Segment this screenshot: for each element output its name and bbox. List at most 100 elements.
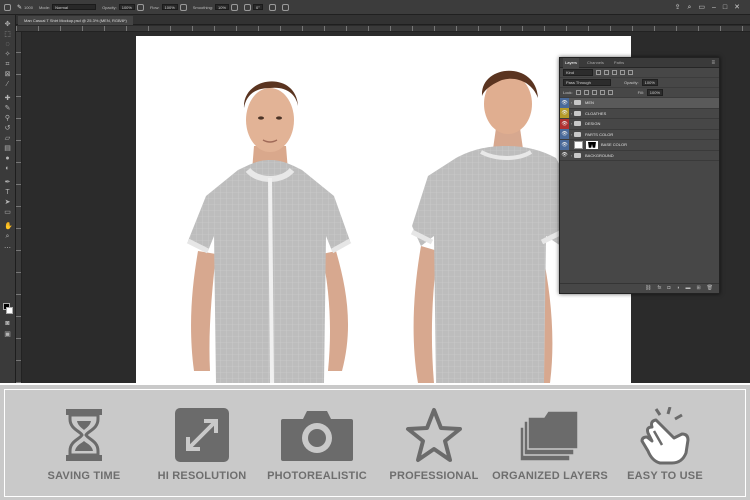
- blur-tool-icon[interactable]: ●: [4, 155, 11, 162]
- back-model: [410, 70, 576, 383]
- feature-organized-layers: ORGANIZED LAYERS: [490, 407, 610, 487]
- fill-input[interactable]: 100%: [646, 89, 664, 96]
- filter-smart-object-icon[interactable]: [628, 70, 633, 75]
- lock-transparency-icon[interactable]: [575, 90, 581, 95]
- panel-tab-bar: Layers Channels Paths ≡: [560, 57, 719, 68]
- hand-tool-icon[interactable]: ✋: [4, 223, 13, 230]
- feature-easy-to-use: EASY TO USE: [605, 407, 725, 487]
- layer-row[interactable]: 👁 › BACKGROUND: [560, 150, 719, 161]
- visibility-eye-icon[interactable]: 👁: [560, 108, 569, 119]
- search-icon[interactable]: ⌕: [687, 4, 691, 11]
- options-bar: ✎ 1000 Mode: Normal Opacity: 100% Flow: …: [0, 0, 750, 15]
- filter-pixel-icon[interactable]: [596, 70, 601, 75]
- tab-paths[interactable]: Paths: [612, 58, 626, 68]
- lock-pixels-icon[interactable]: [583, 90, 589, 95]
- layer-row[interactable]: 👁 › PARTS COLOR: [560, 129, 719, 140]
- delete-layer-icon[interactable]: 🗑: [707, 286, 713, 291]
- layer-opacity-input[interactable]: 100%: [641, 79, 658, 86]
- marquee-tool-icon[interactable]: ⬚: [4, 31, 11, 38]
- quick-mask-icon[interactable]: ◙: [4, 320, 11, 327]
- clone-stamp-tool-icon[interactable]: ⚲: [4, 115, 11, 122]
- share-icon[interactable]: ⇪: [675, 4, 681, 11]
- filter-shape-icon[interactable]: [620, 70, 625, 75]
- brush-tool-icon[interactable]: ✎: [4, 105, 11, 112]
- filter-adjustment-icon[interactable]: [604, 70, 609, 75]
- hourglass-icon: [66, 409, 102, 461]
- pressure-opacity-icon[interactable]: [136, 3, 144, 11]
- brush-preset-picker[interactable]: ✎ 1000: [17, 4, 33, 11]
- new-group-icon[interactable]: ▬: [685, 286, 690, 291]
- expand-arrows-icon: [175, 408, 229, 462]
- gradient-tool-icon[interactable]: ▤: [4, 145, 11, 152]
- smoothing-settings-icon[interactable]: [231, 3, 239, 11]
- maximize-icon[interactable]: □: [723, 4, 727, 11]
- history-brush-tool-icon[interactable]: ↺: [4, 125, 11, 132]
- layer-list: 👁 › MEN 👁 › CLOATHES 👁 › DESIGN 👁 › PARTS COLOR 👁 BAS…: [560, 97, 719, 161]
- tshirt-mockup-image: [186, 70, 576, 383]
- layer-row[interactable]: 👁 BASE COLOR: [560, 139, 719, 151]
- visibility-eye-icon[interactable]: 👁: [560, 97, 569, 108]
- smoothing-input[interactable]: 10%: [215, 4, 230, 10]
- lock-artboard-icon[interactable]: [599, 90, 605, 95]
- opacity-input[interactable]: 100%: [118, 4, 135, 10]
- filter-type-icon[interactable]: [612, 70, 617, 75]
- lasso-tool-icon[interactable]: ◌: [4, 41, 11, 48]
- angle-input[interactable]: 0°: [253, 4, 263, 10]
- move-tool-icon[interactable]: ✥: [4, 21, 11, 28]
- layer-style-icon[interactable]: fx: [657, 286, 661, 291]
- feature-label: EASY TO USE: [627, 470, 703, 482]
- feature-strip: SAVING TIME HI RESOLUTION PHOTOREALISTIC…: [0, 383, 750, 500]
- lock-all-icon[interactable]: [607, 90, 613, 95]
- folder-icon: [574, 121, 581, 127]
- smoothing-control: Smoothing: 10%: [193, 3, 239, 11]
- layer-name: PARTS COLOR: [585, 131, 614, 137]
- layer-row[interactable]: 👁 › DESIGN: [560, 118, 719, 130]
- healing-brush-tool-icon[interactable]: ✚: [4, 95, 11, 102]
- more-tools-icon[interactable]: ⋯: [4, 245, 11, 252]
- symmetry-icon[interactable]: [281, 3, 289, 11]
- eyedropper-tool-icon[interactable]: ⁄: [4, 81, 11, 88]
- path-select-tool-icon[interactable]: ➤: [4, 199, 11, 206]
- tab-channels[interactable]: Channels: [585, 58, 606, 68]
- tab-layers[interactable]: Layers: [563, 57, 580, 68]
- filter-kind-select[interactable]: Kind: [563, 69, 593, 76]
- crop-tool-icon[interactable]: ⌗: [4, 61, 11, 68]
- visibility-eye-icon[interactable]: 👁: [560, 118, 569, 129]
- visibility-eye-icon[interactable]: 👁: [560, 139, 569, 150]
- zoom-tool-icon[interactable]: ⌕: [4, 233, 11, 240]
- new-layer-icon[interactable]: ⊞: [696, 286, 700, 291]
- layer-mask-thumbnail[interactable]: [586, 140, 598, 149]
- layer-row[interactable]: 👁 › CLOATHES: [560, 108, 719, 119]
- airbrush-icon[interactable]: [179, 3, 187, 11]
- visibility-eye-icon[interactable]: 👁: [560, 129, 569, 140]
- screen-mode-icon[interactable]: ▣: [4, 331, 11, 338]
- workspace-icon[interactable]: ▭: [698, 4, 705, 11]
- minimize-icon[interactable]: –: [712, 4, 716, 11]
- link-layers-icon[interactable]: ⛓: [645, 286, 651, 291]
- lock-position-icon[interactable]: [591, 90, 597, 95]
- photoshop-home-icon[interactable]: [4, 3, 11, 11]
- layer-name: MEN: [585, 100, 594, 106]
- panel-menu-icon[interactable]: ≡: [711, 60, 715, 66]
- pen-tool-icon[interactable]: ✒: [4, 179, 11, 186]
- angle-control: 0°: [244, 3, 263, 11]
- flow-input[interactable]: 100%: [161, 4, 178, 10]
- layer-row[interactable]: 👁 › MEN: [560, 97, 719, 109]
- document-tab[interactable]: Man Casual T Shirt Mockup.psd @ 25.3% (M…: [18, 16, 133, 25]
- shape-tool-icon[interactable]: ▭: [4, 209, 11, 216]
- add-mask-icon[interactable]: ◘: [667, 286, 670, 291]
- pressure-size-icon[interactable]: [268, 3, 276, 11]
- blend-mode-select[interactable]: Pass Through: [563, 79, 611, 86]
- visibility-eye-icon[interactable]: 👁: [560, 150, 569, 161]
- eraser-tool-icon[interactable]: ▱: [4, 135, 11, 142]
- close-icon[interactable]: ✕: [734, 4, 740, 11]
- background-color-swatch[interactable]: [6, 307, 13, 314]
- frame-tool-icon[interactable]: ⊠: [4, 71, 11, 78]
- mode-select[interactable]: Normal: [52, 4, 97, 10]
- adjustment-layer-icon[interactable]: ◑: [676, 286, 679, 291]
- type-tool-icon[interactable]: T: [4, 189, 11, 196]
- layer-name: CLOATHES: [585, 110, 607, 116]
- document-canvas[interactable]: [136, 36, 631, 383]
- dodge-tool-icon[interactable]: ◐: [4, 165, 11, 172]
- quick-select-tool-icon[interactable]: ✧: [4, 51, 11, 58]
